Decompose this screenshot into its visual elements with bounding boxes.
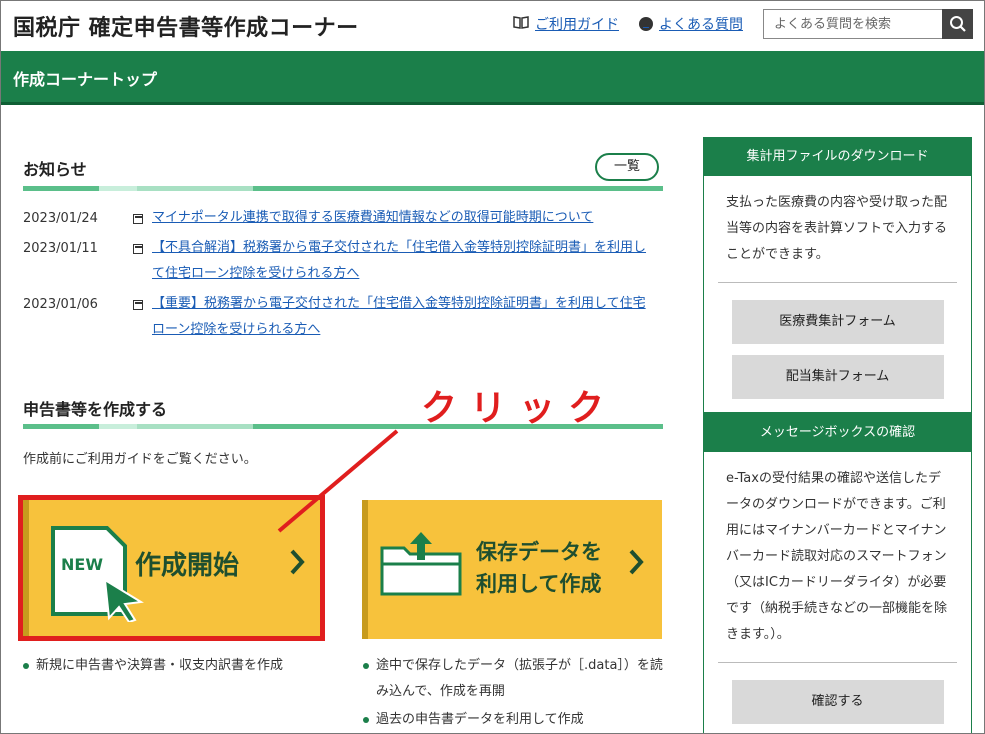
start-create-button[interactable]: NEW 作成開始 [23, 500, 323, 639]
dividend-form-button[interactable]: 配当集計フォーム [731, 355, 944, 399]
news-divider [23, 186, 663, 191]
create-title: 申告書等を作成する [23, 400, 168, 419]
messagebox-panel: メッセージボックスの確認 e-Taxの受付結果の確認や送信したデータのダウンロー… [703, 413, 972, 733]
search-button[interactable] [942, 9, 973, 39]
news-list-button[interactable]: 一覧 [595, 153, 659, 181]
svg-text:NEW: NEW [61, 555, 103, 574]
top-link[interactable]: 作成コーナートップ [13, 66, 157, 90]
guide-link[interactable]: ご利用ガイド [513, 14, 619, 34]
chevron-right-icon [629, 549, 644, 575]
news-date: 2023/01/06 [23, 297, 98, 312]
click-annotation: クリック [421, 388, 618, 429]
news-date: 2023/01/24 [23, 211, 98, 226]
site-header: 国税庁 確定申告書等作成コーナー ご利用ガイド ? よくある質問 [1, 1, 984, 51]
search-input[interactable] [763, 9, 943, 39]
chevron-right-icon [290, 549, 305, 575]
messagebox-panel-title: メッセージボックスの確認 [704, 414, 971, 452]
saved-data-create-button[interactable]: 保存データを 利用して作成 [362, 500, 662, 639]
faq-link[interactable]: ? よくある質問 [639, 14, 743, 34]
download-panel: 集計用ファイルのダウンロード 支払った医療費の内容や受け取った配当等の内容を表計… [703, 137, 972, 413]
question-icon: ? [639, 17, 653, 31]
medical-form-button[interactable]: 医療費集計フォーム [731, 300, 944, 344]
news-title: お知らせ [23, 160, 87, 179]
search-icon [950, 16, 966, 32]
folder-upload-icon [380, 532, 462, 596]
confirm-button[interactable]: 確認する [731, 680, 944, 724]
saved-data-label[interactable]: 保存データを 利用して作成 [476, 536, 602, 600]
window-icon [133, 214, 143, 224]
site-title[interactable]: 国税庁 確定申告書等作成コーナー [13, 10, 359, 42]
faq-link-label[interactable]: よくある質問 [659, 14, 743, 34]
start-create-label[interactable]: 作成開始 [135, 550, 239, 582]
news-link[interactable]: 【不具合解消】税務署から電子交付された「住宅借入金等特別控除証明書」を利用して住… [152, 235, 652, 287]
download-panel-title: 集計用ファイルのダウンロード [704, 138, 971, 176]
page-frame: 国税庁 確定申告書等作成コーナー ご利用ガイド ? よくある質問 作成コーナート… [0, 0, 985, 734]
saved-bullet: 過去の申告書データを利用して作成 [363, 707, 584, 733]
book-icon [513, 15, 529, 33]
saved-bullet: 途中で保存したデータ（拡張子が［.data］）を読み込んで、作成を再開 [363, 653, 666, 705]
top-nav-bar: 作成コーナートップ [1, 51, 984, 105]
news-link[interactable]: 【重要】税務署から電子交付された「住宅借入金等特別控除証明書」を利用して住宅ロー… [152, 291, 652, 343]
window-icon [133, 300, 143, 310]
messagebox-panel-text: e-Taxの受付結果の確認や送信したデータのダウンロードができます。ご利用にはマ… [726, 471, 948, 642]
news-link[interactable]: マイナポータル連携で取得する医療費通知情報などの取得可能時期について [152, 205, 652, 231]
new-document-icon: NEW [51, 526, 144, 622]
start-bullet: 新規に申告書や決算書・収支内訳書を作成 [22, 653, 283, 679]
news-date: 2023/01/11 [23, 241, 98, 256]
guide-note: 作成前にご利用ガイドをご覧ください。 [23, 452, 257, 467]
window-icon [133, 244, 143, 254]
download-panel-text: 支払った医療費の内容や受け取った配当等の内容を表計算ソフトで入力することができま… [726, 195, 948, 262]
guide-link-label[interactable]: ご利用ガイド [535, 14, 619, 34]
